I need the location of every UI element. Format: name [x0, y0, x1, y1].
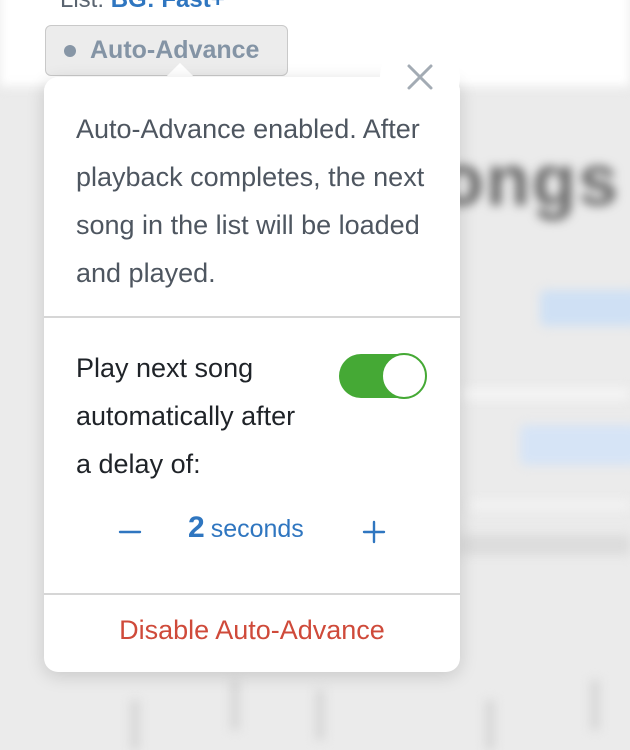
background-mark	[130, 700, 140, 750]
status-dot-icon	[64, 45, 76, 57]
background-mark	[315, 690, 325, 740]
minus-icon	[118, 520, 142, 544]
close-icon	[406, 63, 434, 91]
background-mark	[230, 680, 240, 730]
background-mark	[590, 680, 600, 730]
plus-icon	[362, 520, 386, 544]
delay-number: 2	[188, 511, 205, 544]
auto-advance-chip-label: Auto-Advance	[90, 36, 259, 65]
divider	[44, 316, 460, 318]
delay-unit: seconds	[211, 515, 304, 543]
divider	[44, 593, 460, 595]
background-divider	[470, 500, 630, 510]
autoplay-label: Play next song automatically after a del…	[76, 344, 316, 488]
decrement-delay-button[interactable]	[110, 507, 150, 557]
background-heading: ongs	[440, 140, 620, 222]
delay-stepper: 2seconds	[44, 507, 460, 557]
background-text	[460, 535, 630, 555]
increment-delay-button[interactable]	[354, 507, 394, 557]
background-divider	[460, 388, 630, 400]
background-button	[540, 290, 630, 326]
background-mark	[485, 700, 495, 750]
background-button	[520, 425, 630, 465]
disable-auto-advance-button[interactable]: Disable Auto-Advance	[44, 615, 460, 646]
toggle-knob	[381, 353, 427, 399]
list-label: List: BG: Fast+	[60, 0, 225, 14]
list-name[interactable]: BG: Fast+	[111, 0, 225, 13]
list-prefix: List:	[60, 0, 111, 13]
close-button[interactable]	[380, 37, 460, 117]
delay-value: 2seconds	[188, 511, 304, 545]
auto-advance-chip[interactable]: Auto-Advance	[45, 25, 288, 76]
popover-description: Auto-Advance enabled. After playback com…	[76, 105, 436, 297]
autoplay-toggle[interactable]	[339, 354, 426, 398]
auto-advance-popover: Auto-Advance enabled. After playback com…	[44, 77, 460, 672]
